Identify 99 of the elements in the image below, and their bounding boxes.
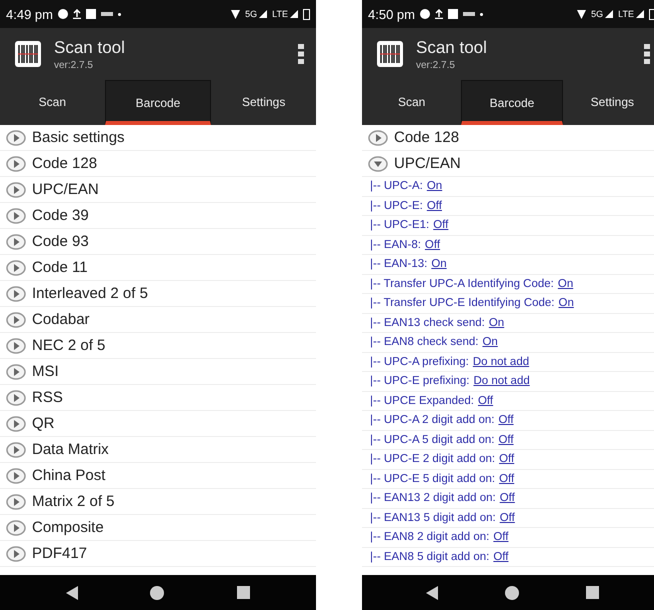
setting-value-link[interactable]: Off	[499, 472, 514, 485]
wifi-icon	[577, 10, 586, 18]
network-label: LTE	[272, 9, 288, 19]
setting-label: |-- UPC-E 5 digit add on:	[370, 472, 496, 485]
setting-value-link[interactable]: On	[558, 278, 574, 290]
notification-icon	[58, 9, 68, 19]
setting-label: |-- Transfer UPC-E Identifying Code:	[370, 297, 554, 310]
signal-icon	[605, 10, 614, 18]
list-item[interactable]: MSI	[0, 359, 316, 385]
dot-icon	[480, 12, 483, 16]
more-menu-icon[interactable]	[298, 44, 304, 64]
setting-label: |-- EAN8 2 digit add on:	[370, 531, 490, 544]
list-item[interactable]: Composite	[0, 515, 316, 541]
setting-label: |-- UPC-E 2 digit add on:	[370, 453, 496, 466]
signal-icon	[259, 10, 268, 18]
dot-icon	[118, 12, 121, 16]
recents-icon[interactable]	[236, 586, 250, 599]
list-item[interactable]: Code 93	[0, 229, 316, 255]
setting-value-link[interactable]: Off	[493, 550, 508, 563]
setting-label: |-- EAN8 5 digit add on:	[370, 550, 490, 563]
app-title: Scan tool	[416, 38, 488, 58]
setting-value-link[interactable]: On	[426, 180, 442, 192]
setting-label: |-- UPC-E1:	[370, 219, 430, 232]
list-item[interactable]: Basic settings	[0, 125, 316, 151]
list-item[interactable]: Code 39	[0, 203, 316, 229]
setting-label: |-- EAN-8:	[370, 238, 421, 251]
setting-value-link[interactable]: Off	[498, 434, 514, 446]
setting-value-link[interactable]: On	[558, 297, 574, 310]
setting-value-link[interactable]: Off	[424, 238, 440, 251]
setting-label: |-- EAN13 check send:	[370, 316, 485, 329]
status-time: 4:49 pm	[6, 6, 53, 22]
list-item[interactable]: Matrix 2 of 5	[0, 489, 316, 515]
keyboard-icon	[462, 12, 475, 16]
tab[interactable]: Barcode	[104, 80, 212, 125]
barcode-icon	[14, 40, 42, 68]
back-icon[interactable]	[426, 586, 438, 600]
setting-value-link[interactable]: On	[482, 336, 498, 348]
square-icon	[86, 9, 96, 19]
barcode-icon	[376, 40, 404, 68]
list-item[interactable]: RSS	[0, 385, 316, 411]
network-label: 5G	[245, 9, 258, 19]
network-label: LTE	[618, 9, 634, 19]
setting-value-link[interactable]: Off	[478, 394, 494, 407]
list-item[interactable]: Codabar	[0, 307, 316, 333]
setting-label: |-- UPC-E prefixing:	[370, 375, 470, 388]
wifi-icon	[231, 10, 240, 18]
setting-label: |-- EAN13 2 digit add on:	[370, 492, 496, 504]
more-menu-icon[interactable]	[644, 44, 650, 64]
setting-value-link[interactable]: Off	[426, 200, 442, 212]
list-item[interactable]: China Post	[0, 463, 316, 489]
setting-value-link[interactable]: Off	[500, 512, 515, 524]
list-item[interactable]: Code 128	[0, 151, 316, 177]
setting-value-link[interactable]: Off	[493, 531, 508, 544]
list-item[interactable]: Code 11	[0, 255, 316, 281]
upload-icon	[72, 9, 81, 19]
app-version: ver:2.7.5	[54, 60, 94, 70]
status-time: 4:50 pm	[368, 6, 415, 22]
battery-icon	[649, 8, 654, 20]
setting-value-link[interactable]: Off	[500, 492, 515, 504]
setting-value-link[interactable]: Off	[498, 414, 514, 426]
battery-icon	[303, 8, 310, 20]
back-icon[interactable]	[66, 586, 78, 600]
app-version: ver:2.7.5	[416, 60, 456, 70]
keyboard-icon	[100, 12, 113, 16]
setting-value-link[interactable]: Off	[433, 219, 448, 232]
setting-label: |-- EAN8 check send:	[370, 336, 478, 348]
setting-label: |-- UPC-A:	[370, 180, 423, 192]
tab[interactable]: Barcode	[461, 80, 563, 125]
setting-label: |-- UPC-A 2 digit add on:	[370, 414, 494, 426]
setting-value-link[interactable]: On	[488, 316, 504, 329]
signal-icon	[290, 10, 298, 18]
setting-label: |-- UPC-A 5 digit add on:	[370, 434, 494, 446]
list-item[interactable]: UPC/EAN	[362, 151, 654, 177]
setting-value-link[interactable]: Do not add	[473, 375, 530, 388]
list-item[interactable]: Code 128	[362, 125, 654, 151]
setting-label: |-- UPC-A prefixing:	[370, 356, 469, 368]
notification-icon	[420, 9, 430, 19]
list-item[interactable]: NEC 2 of 5	[0, 333, 316, 359]
list-item[interactable]: Interleaved 2 of 5	[0, 281, 316, 307]
setting-label: |-- UPCE Expanded:	[370, 394, 474, 407]
setting-value-link[interactable]: Off	[499, 453, 514, 466]
square-icon	[448, 9, 458, 19]
list-item[interactable]: UPC/EAN	[0, 177, 316, 203]
setting-value-link[interactable]: Do not add	[472, 356, 530, 368]
setting-label: |-- EAN13 5 digit add on:	[370, 512, 496, 524]
setting-value-link[interactable]: On	[431, 258, 447, 270]
home-icon[interactable]	[504, 586, 518, 600]
recents-icon[interactable]	[586, 586, 598, 599]
upload-icon	[434, 9, 443, 19]
signal-icon	[636, 10, 644, 18]
app-title: Scan tool	[54, 38, 126, 58]
list-item[interactable]: PDF417	[0, 541, 316, 567]
list-item[interactable]: QR	[0, 411, 316, 437]
network-label: 5G	[591, 9, 604, 19]
setting-label: |-- Transfer UPC-A Identifying Code:	[370, 278, 554, 290]
setting-label: |-- UPC-E:	[370, 200, 423, 212]
home-icon[interactable]	[150, 586, 164, 600]
list-item[interactable]: Data Matrix	[0, 437, 316, 463]
setting-label: |-- EAN-13:	[370, 258, 428, 270]
